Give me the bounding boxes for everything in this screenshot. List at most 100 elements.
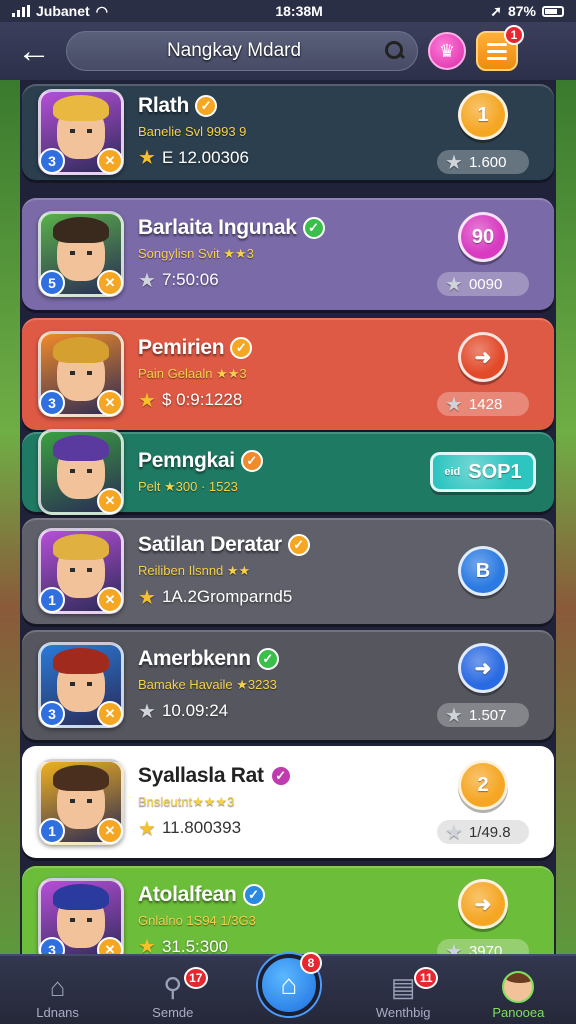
player-avatar[interactable]: ✕ [38,429,124,515]
player-name: Syallasla Rat [138,763,264,787]
card-action-button[interactable]: 90 [458,212,508,262]
leaderboard-card[interactable]: 1 ✕ Syallasla Rat ✓ Bnsleutnt★★★3 ★ 11.800393 2… [22,746,554,858]
home-fab-badge: 8 [300,952,322,974]
leaderboard-card[interactable]: 3 ✕ Rlath ✓ Banelie Svl 9993 9 ★ E 12.00306 1 ★ 1… [22,84,554,180]
rank-badge-icon: ✓ [269,764,292,787]
nav-label: Wenthbig [375,1005,431,1020]
action-label: SOP1 [468,460,522,483]
card-actions: ➜ ★ 1428 [428,332,538,416]
rank-badge-icon: ✓ [256,647,279,670]
leaderboard-list[interactable]: 3 ✕ Rlath ✓ Banelie Svl 9993 9 ★ E 12.00306 1 ★ 1… [20,80,556,954]
player-avatar[interactable]: 5 ✕ [38,211,124,297]
menu-button[interactable]: 1 [476,25,524,71]
action-label: 2 [477,773,489,796]
card-action-button[interactable]: ➜ [458,879,508,929]
player-info: Atolalfean ✓ Gnlalno 1S94 1/3G3 ★ 31.5:300 [124,883,428,954]
header: ← Nangkay Mdard ♛ 1 [0,22,576,80]
player-subtitle: Songylisn Svit ★★3 [138,245,254,261]
score-value: 31.5:300 [161,936,229,955]
score-value: $ 0:9:1228 [161,390,243,409]
nav-item-clipboard[interactable]: ▤ 11 Wenthbig [348,967,458,1020]
player-avatar[interactable]: 3 ✕ [38,331,124,417]
player-subtitle: Banelie Svl 9993 9 [138,124,247,139]
player-avatar[interactable]: 3 ✕ [38,89,124,175]
profile-icon [500,971,536,1003]
home-fab-button[interactable]: ⌂ 8 [258,952,322,1016]
nav-item-home[interactable]: ⌂ Ldnans [3,971,113,1021]
player-info: Amerbkenn ✓ Bamake Havaile ★3233 ★ 10.09:24 [124,647,428,724]
clock: 18:38M [275,3,323,19]
card-actions: ➜ ★ 1.507 [428,643,538,727]
card-actions: 90 ★ 0090 [428,212,538,296]
nav-item-search[interactable]: ⚲ 17 Semde [118,967,228,1020]
player-subtitle: Gnlalno 1S94 1/3G3 [138,913,256,928]
card-action-button[interactable]: eid SOP1 [430,452,536,492]
card-action-button[interactable]: ➜ [458,643,508,693]
level-badge: 3 [39,701,65,727]
wifi-icon: ◠ [95,2,108,19]
menu-line [487,42,507,46]
player-info: Satilan Deratar ✓ Reiliben Ilsnnd ★★ ★ 1A.2G… [124,533,428,610]
name-row: Atolalfean ✓ [138,883,428,907]
tools-icon: ✕ [97,587,123,613]
rank-badge-icon: ✓ [287,533,310,556]
home-fab-icon: ⌂ [280,969,298,1000]
points-value: 0090 [468,275,503,293]
card-action-button[interactable]: 2 [458,760,508,810]
player-avatar[interactable]: 1 ✕ [38,528,124,614]
action-arrow-icon: ➜ [474,893,492,916]
crown-button[interactable]: ♛ [428,32,466,70]
points-value: 1/49.8 [468,823,511,841]
player-avatar[interactable]: 1 ✕ [38,759,124,845]
battery-icon [541,5,564,17]
leaderboard-card[interactable]: 1 ✕ Satilan Deratar ✓ Reiliben Ilsnnd ★★ ★ 1A.… [22,518,554,624]
star-icon: ★ [445,393,463,416]
leaderboard-card[interactable]: 3 ✕ Pemirien ✓ Pain Gelaaln ★★3 ★ $ 0:9:1228 ➜ ★… [22,318,554,430]
player-name: Pemirien [138,335,225,359]
nav-badge: 17 [183,967,208,989]
player-info: Rlath ✓ Banelie Svl 9993 9 ★ E 12.00306 [124,94,428,170]
player-avatar[interactable]: 3 ✕ [38,878,124,954]
nav-item-profile[interactable]: Panooea [463,971,573,1020]
nav-label: Ldnans [36,1005,79,1020]
points-pill: ★ 0090 [437,272,529,296]
leaderboard-card[interactable]: ✕ Pemngkai ✓ Pelt ★300 · 1523 eid SOP1 [22,429,554,515]
leaderboard-card[interactable]: 3 ✕ Atolalfean ✓ Gnlalno 1S94 1/3G3 ★ 31.5:300… [22,866,554,954]
crown-icon: ♛ [438,40,456,61]
card-action-button[interactable]: B [458,546,508,596]
avatar-face [53,435,109,499]
score-row: ★ $ 0:9:1228 [138,388,428,413]
star-icon: ★ [138,586,156,609]
card-action-button[interactable]: ➜ [458,332,508,382]
player-avatar[interactable]: 3 ✕ [38,642,124,728]
player-info: Syallasla Rat ✓ Bnsleutnt★★★3 ★ 11.800393 [124,764,428,841]
level-badge: 1 [39,818,65,844]
action-arrow-icon: ➜ [474,346,492,369]
name-row: Barlaita Ingunak ✓ [138,216,428,240]
score-value: 11.800393 [161,818,242,837]
profile-avatar [502,971,535,1003]
points-pill: ★ 1.507 [437,703,529,727]
player-name: Satilan Deratar [138,532,282,556]
menu-line [487,49,507,53]
player-subtitle: Pain Gelaaln ★★3 [138,365,247,381]
star-icon: ★ [445,821,463,844]
back-button[interactable]: ← [12,29,56,73]
name-row: Amerbkenn ✓ [138,647,428,671]
points-value: 3970 [468,942,503,955]
leaderboard-card[interactable]: 5 ✕ Barlaita Ingunak ✓ Songylisn Svit ★★3 ★ 7:… [22,198,554,310]
tools-icon: ✕ [97,818,123,844]
avatar-face [53,648,109,712]
card-action-button[interactable]: 1 [458,90,508,140]
action-label: B [475,559,491,582]
leaderboard-card[interactable]: 3 ✕ Amerbkenn ✓ Bamake Havaile ★3233 ★ 10.09:2… [22,630,554,740]
menu-line [487,56,507,60]
location-icon: ➚ [490,2,502,19]
score-row: ★ 31.5:300 [138,934,428,954]
level-badge: 3 [39,390,65,416]
search-bar[interactable]: Nangkay Mdard [66,31,418,71]
action-label: 90 [471,225,495,248]
name-row: Syallasla Rat ✓ [138,764,428,788]
search-icon[interactable] [385,41,405,61]
player-name: Atolalfean [138,883,237,906]
